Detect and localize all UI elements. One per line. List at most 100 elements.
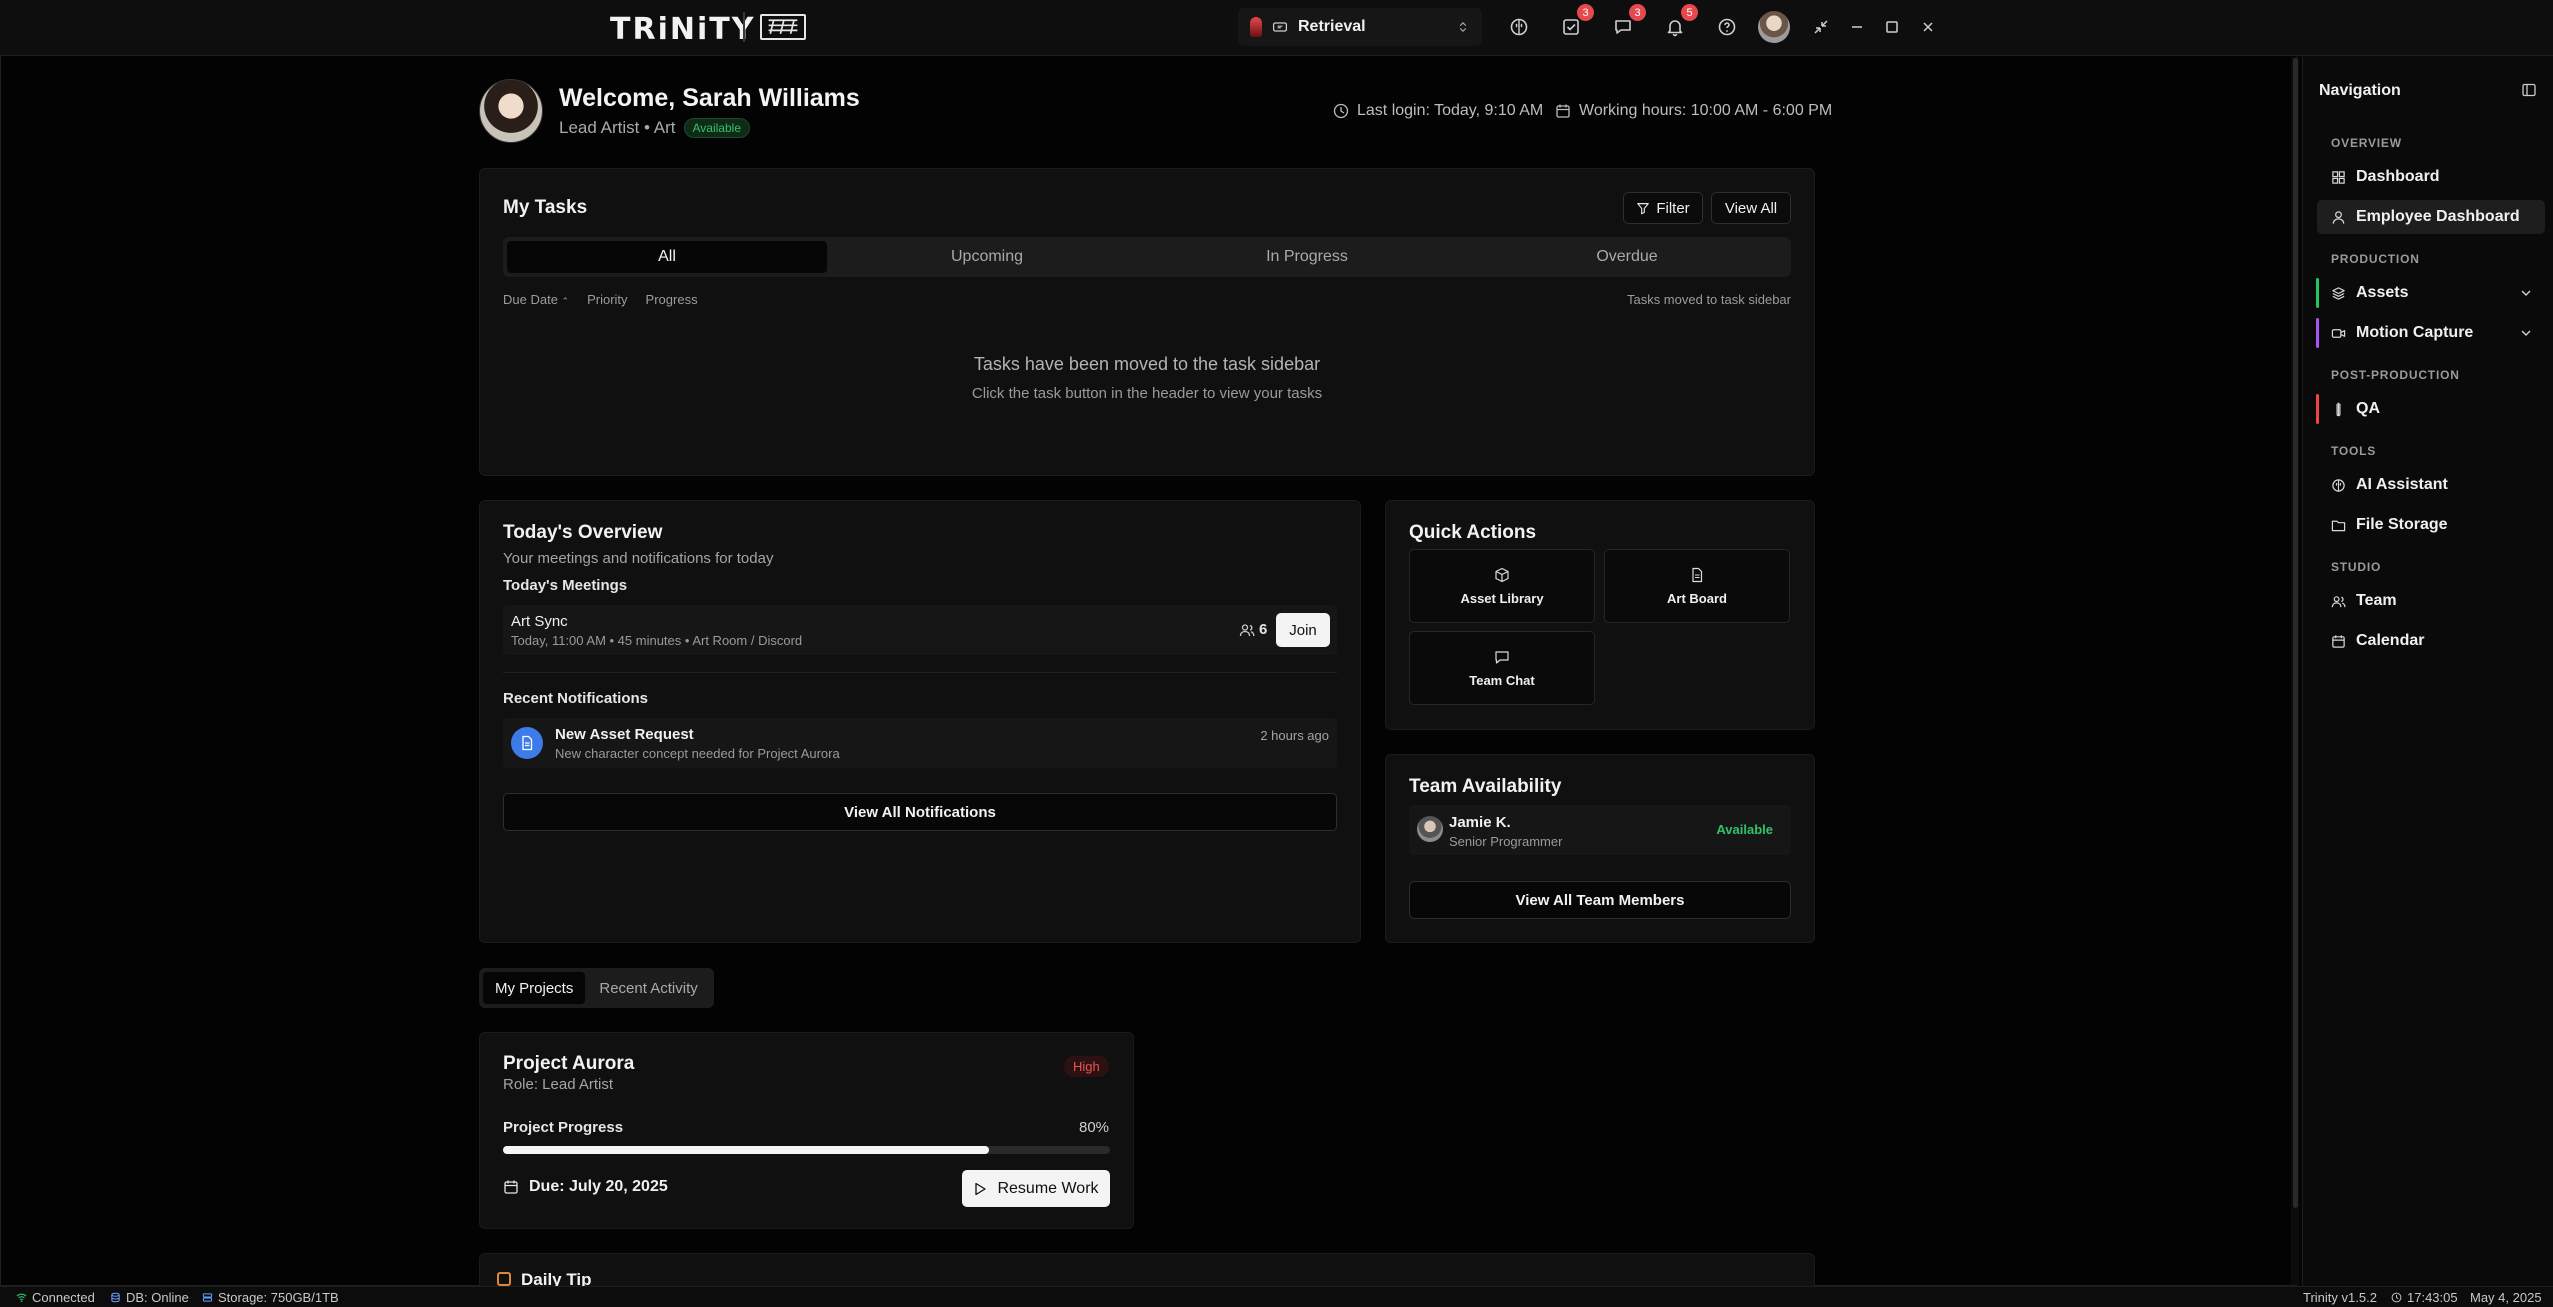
bell-icon (1667, 20, 1683, 37)
my-tasks-card (479, 168, 1815, 476)
tab-my-projects[interactable]: My Projects (483, 972, 586, 1004)
join-meeting-button[interactable]: Join (1276, 613, 1330, 647)
sidebar-item-label: File Storage (2356, 516, 2448, 533)
filter-button[interactable]: Filter (1623, 192, 1703, 224)
wifi-icon (16, 1293, 27, 1302)
view-all-notifications-button[interactable]: View All Notifications (503, 793, 1337, 831)
tasks-button[interactable]: 3 (1558, 4, 1594, 40)
storage-text: Storage: 750GB/1TB (218, 1290, 339, 1305)
sidebar-item-label: QA (2356, 400, 2380, 417)
sidebar-item-qa[interactable]: QA (2316, 392, 2545, 426)
sort-due-date[interactable]: Due Date ⌃ (503, 292, 569, 307)
users-icon (1239, 623, 1255, 636)
sidebar-item-employee-dashboard[interactable]: Employee Dashboard (2317, 200, 2545, 234)
tasks-moved-note: Tasks moved to task sidebar (1626, 292, 1791, 307)
asset-library-label: Asset Library (1460, 590, 1544, 606)
working-hours: Working hours: 10:00 AM - 6:00 PM (1555, 102, 1832, 120)
users-icon (2331, 595, 2346, 607)
notifications-button[interactable]: 5 (1662, 4, 1698, 40)
window-minimize-icon[interactable] (1844, 14, 1870, 40)
tab-overdue[interactable]: Overdue (1467, 241, 1787, 273)
team-availability-title: Team Availability (1409, 776, 1562, 797)
help-icon[interactable] (1714, 14, 1740, 40)
sidebar-item-label: AI Assistant (2356, 476, 2448, 493)
ai-brain-icon[interactable] (1506, 14, 1532, 40)
view-all-team-members-button[interactable]: View All Team Members (1409, 881, 1791, 919)
todays-meetings-label: Today's Meetings (503, 577, 628, 594)
tab-recent-activity[interactable]: Recent Activity (587, 972, 709, 1004)
sidebar-item-assets[interactable]: Assets (2316, 276, 2545, 310)
view-all-tasks-button[interactable]: View All (1711, 192, 1791, 224)
tab-upcoming[interactable]: Upcoming (827, 241, 1147, 273)
dashboard-icon (2332, 170, 2345, 184)
test-tube-icon (2336, 402, 2341, 416)
tasks-empty-title: Tasks have been moved to the task sideba… (973, 354, 1321, 374)
status-bar: Connected DB: Online Storage: 750GB/1TB … (0, 1286, 2553, 1307)
storage-status: Storage: 750GB/1TB (202, 1290, 339, 1305)
tab-in-progress[interactable]: In Progress (1147, 241, 1467, 273)
team-member-item[interactable]: Jamie K. Senior Programmer Available (1409, 805, 1791, 855)
art-board-label: Art Board (1667, 590, 1727, 606)
calendar-icon (2332, 634, 2345, 648)
clock-icon (1333, 103, 1349, 119)
sidebar-toggle-icon[interactable] (2521, 82, 2537, 98)
project-name: Project Aurora (503, 1053, 635, 1074)
chevron-up-icon: ⌃ (561, 296, 570, 306)
team-chat-button[interactable]: Team Chat (1409, 631, 1595, 705)
sidebar-item-motion-capture[interactable]: Motion Capture (2316, 316, 2545, 350)
filter-icon (1637, 203, 1650, 215)
connected-text: Connected (32, 1290, 95, 1305)
view-all-label: View All (1724, 199, 1778, 217)
ai-brain-icon (2332, 478, 2345, 492)
sidebar-item-file-storage[interactable]: File Storage (2317, 508, 2545, 542)
chat-icon (1615, 20, 1631, 34)
chevron-down-icon[interactable] (2519, 286, 2533, 300)
user-avatar[interactable] (1758, 11, 1790, 43)
messages-count-badge: 3 (1629, 4, 1646, 21)
project-role: Role: Lead Artist (503, 1076, 614, 1093)
window-maximize-icon[interactable] (1879, 14, 1905, 40)
art-board-button[interactable]: Art Board (1604, 549, 1790, 623)
welcome-heading: Welcome, Sarah Williams (559, 84, 860, 112)
document-icon (1692, 567, 1703, 582)
navigation-title: Navigation (2319, 82, 2401, 99)
notification-item[interactable]: New Asset Request New character concept … (503, 718, 1337, 768)
sidebar-item-label: Motion Capture (2356, 324, 2474, 341)
app-logo: TRiNiTY (610, 12, 756, 47)
sidebar-item-calendar[interactable]: Calendar (2317, 624, 2545, 658)
asset-library-button[interactable]: Asset Library (1409, 549, 1595, 623)
project-selector-value: Retrieval (1298, 18, 1366, 35)
scrollbar-thumb[interactable] (2293, 58, 2298, 1208)
tasks-count-badge: 3 (1577, 4, 1594, 21)
sort-priority[interactable]: Priority (587, 292, 627, 307)
section-production: PRODUCTION (2331, 252, 2420, 266)
meeting-item: Art Sync Today, 11:00 AM • 45 minutes • … (503, 605, 1337, 655)
minimize-arrows-icon[interactable] (1808, 14, 1834, 40)
tab-all[interactable]: All (507, 241, 827, 273)
sidebar-item-dashboard[interactable]: Dashboard (2317, 160, 2545, 194)
date: May 4, 2025 (2470, 1290, 2542, 1305)
resume-work-button[interactable]: Resume Work (962, 1170, 1110, 1207)
storage-icon (202, 1293, 213, 1302)
project-progress-bar (503, 1146, 1110, 1154)
chevron-down-icon[interactable] (2519, 326, 2533, 340)
sidebar-item-team[interactable]: Team (2317, 584, 2545, 618)
priority-badge: High (1064, 1056, 1109, 1077)
sort-progress[interactable]: Progress (646, 292, 698, 307)
member-name: Jamie K. (1449, 814, 1511, 831)
box-icon (1495, 567, 1509, 582)
todays-overview-subtitle: Your meetings and notifications for toda… (503, 550, 774, 567)
project-progress-label: Project Progress (503, 1119, 624, 1136)
messages-button[interactable]: 3 (1610, 4, 1646, 40)
clock: 17:43:05 (2391, 1290, 2458, 1305)
overview-divider (503, 672, 1337, 673)
window-close-icon[interactable] (1915, 14, 1941, 40)
last-login: Last login: Today, 9:10 AM (1333, 102, 1543, 120)
layers-icon (2332, 286, 2345, 300)
meeting-name: Art Sync (511, 613, 568, 630)
todays-overview-title: Today's Overview (503, 522, 663, 543)
sidebar-item-ai-assistant[interactable]: AI Assistant (2317, 468, 2545, 502)
project-selector[interactable]: Retrieval (1238, 8, 1482, 46)
meeting-attendees: 6 (1239, 621, 1267, 638)
logo-divider (743, 12, 745, 42)
